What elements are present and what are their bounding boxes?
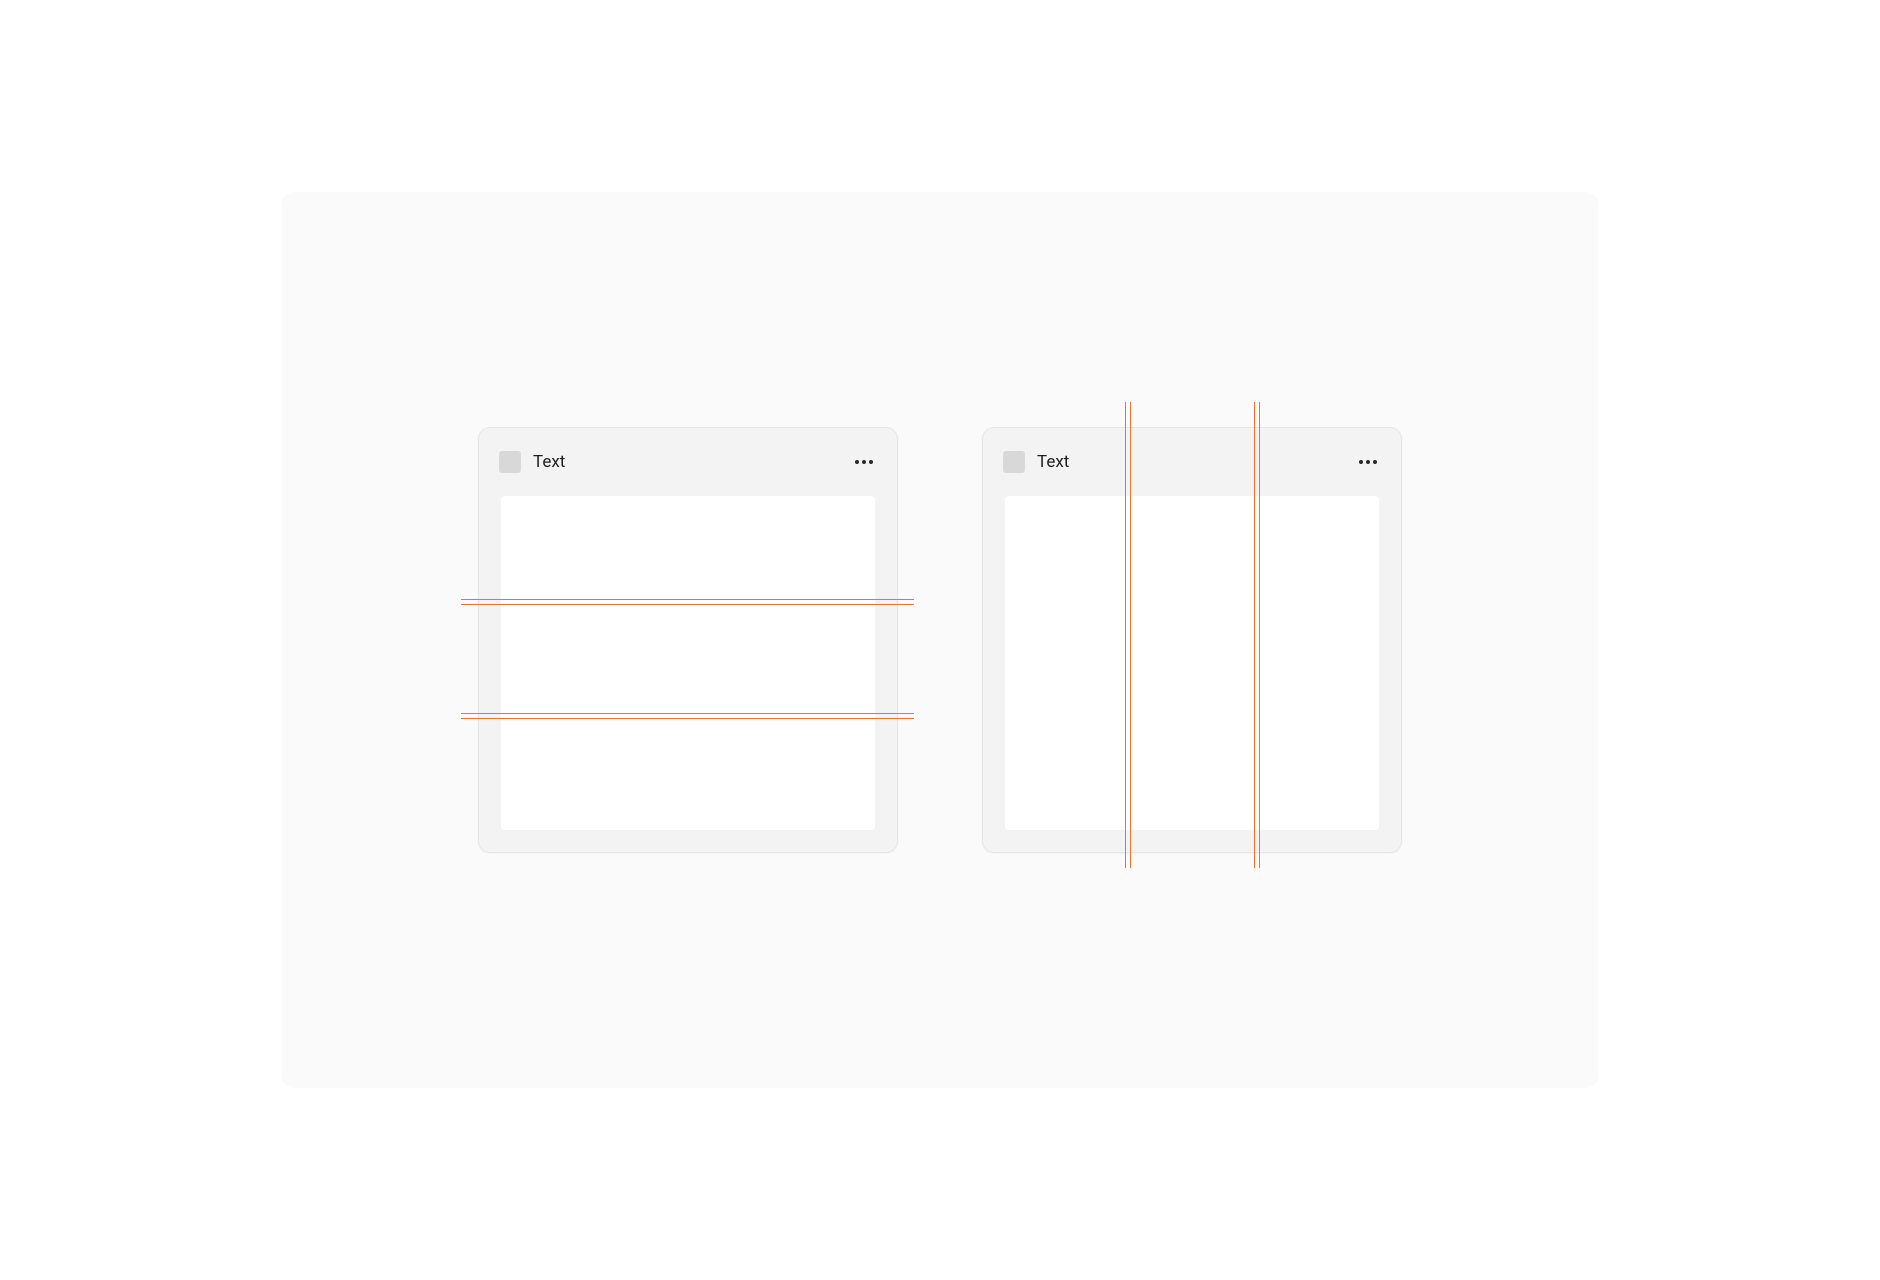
card-header-left: Text	[499, 451, 565, 473]
card-title: Text	[533, 452, 565, 472]
more-horizontal-icon[interactable]	[851, 456, 877, 468]
card-content	[1005, 496, 1379, 830]
card-body	[983, 496, 1401, 852]
card-header: Text	[479, 428, 897, 496]
canvas: Text Text	[282, 192, 1598, 1088]
card-body	[479, 496, 897, 852]
placeholder-icon	[1003, 451, 1025, 473]
card-left: Text	[478, 427, 898, 853]
card-right: Text	[982, 427, 1402, 853]
card-header-left: Text	[1003, 451, 1069, 473]
card-header: Text	[983, 428, 1401, 496]
card-content	[501, 496, 875, 830]
more-horizontal-icon[interactable]	[1355, 456, 1381, 468]
card-title: Text	[1037, 452, 1069, 472]
placeholder-icon	[499, 451, 521, 473]
